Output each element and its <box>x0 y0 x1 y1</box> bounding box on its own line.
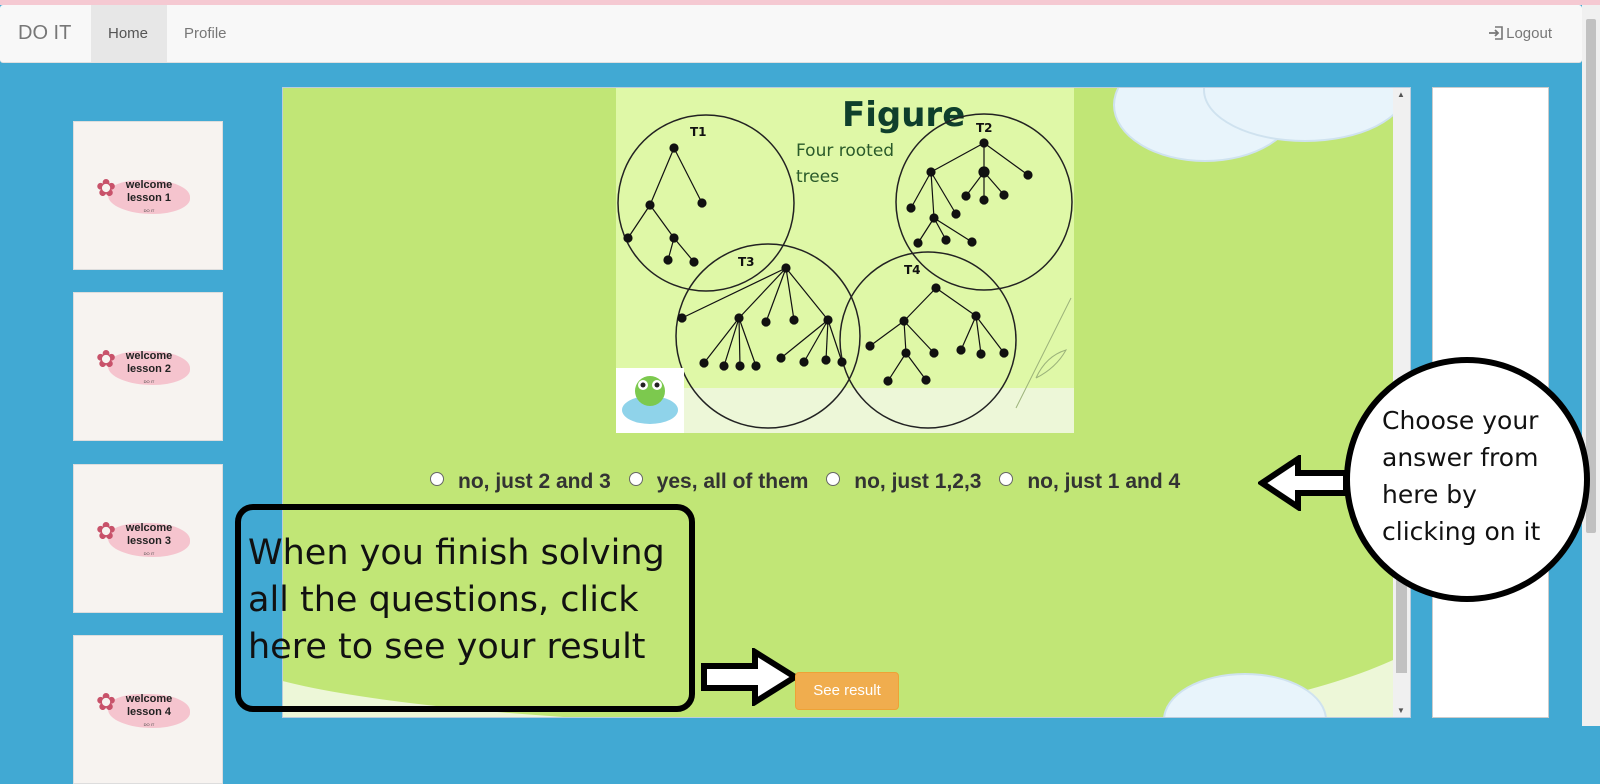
radio-button[interactable] <box>999 472 1014 486</box>
brand-logo[interactable]: DO IT <box>18 22 71 45</box>
radio-button[interactable] <box>628 472 643 486</box>
page-scrollbar[interactable] <box>1582 5 1600 726</box>
lesson-title: welcome lesson 4 <box>125 693 173 718</box>
scroll-down-icon[interactable]: ▼ <box>1397 706 1405 715</box>
lesson-card-3[interactable]: ✿ welcome lesson 3 DO IT <box>73 464 223 613</box>
answer-hint-text: Choose your answer from here by clicking… <box>1382 406 1541 546</box>
answer-label[interactable]: yes, all of them <box>657 470 809 493</box>
logout-label: Logout <box>1506 25 1552 42</box>
lesson-card-4[interactable]: ✿ welcome lesson 4 DO IT <box>73 635 223 784</box>
tree-label-t3: T3 <box>738 255 755 269</box>
nav-profile[interactable]: Profile <box>167 5 247 62</box>
answer-options: no, just 2 and 3 yes, all of them no, ju… <box>430 470 1192 496</box>
tree-label-t4: T4 <box>904 263 921 277</box>
scroll-up-icon[interactable]: ▲ <box>1397 90 1405 99</box>
figure-subtitle-line1: Four rooted <box>796 141 894 161</box>
answer-option-3[interactable]: no, just 1,2,3 <box>826 470 981 494</box>
radio-button[interactable] <box>826 472 841 486</box>
trees-figure-graphic: Figure Four rooted trees T1 T2 T3 T4 <box>616 88 1074 433</box>
answer-option-4[interactable]: no, just 1 and 4 <box>999 470 1180 494</box>
answer-label[interactable]: no, just 1,2,3 <box>854 470 981 493</box>
lesson-brand: DO IT <box>143 208 155 213</box>
answer-option-1[interactable]: no, just 2 and 3 <box>430 470 611 494</box>
lesson-brand: DO IT <box>143 722 155 727</box>
nav-home[interactable]: Home <box>91 5 167 62</box>
lesson-card-1[interactable]: ✿ welcome lesson 1 DO IT <box>73 121 223 270</box>
logout-icon <box>1489 26 1503 40</box>
see-result-button[interactable]: See result <box>795 672 899 710</box>
navbar: DO IT Home Profile Logout <box>0 5 1582 63</box>
figure-title: Figure <box>842 95 965 135</box>
answer-option-2[interactable]: yes, all of them <box>628 470 809 494</box>
lesson-brand: DO IT <box>143 551 155 556</box>
arrow-right-icon <box>701 648 800 706</box>
lesson-title: welcome lesson 1 <box>125 179 173 204</box>
lesson-card-2[interactable]: ✿ welcome lesson 2 DO IT <box>73 292 223 441</box>
answer-label[interactable]: no, just 2 and 3 <box>458 470 611 493</box>
lesson-title: welcome lesson 2 <box>125 350 173 375</box>
arrow-left-icon <box>1258 455 1349 511</box>
tree-label-t2: T2 <box>976 121 993 135</box>
tree-label-t1: T1 <box>690 125 707 139</box>
lesson-title: welcome lesson 3 <box>125 522 173 547</box>
lesson-brand: DO IT <box>143 379 155 384</box>
logout-link[interactable]: Logout <box>1488 5 1552 62</box>
result-hint-text: When you finish solving all the question… <box>248 533 665 667</box>
trees-figure: Figure Four rooted trees T1 T2 T3 T4 <box>616 88 1074 433</box>
answer-label[interactable]: no, just 1 and 4 <box>1027 470 1180 493</box>
figure-subtitle-line2: trees <box>796 167 839 187</box>
radio-button[interactable] <box>430 472 444 486</box>
